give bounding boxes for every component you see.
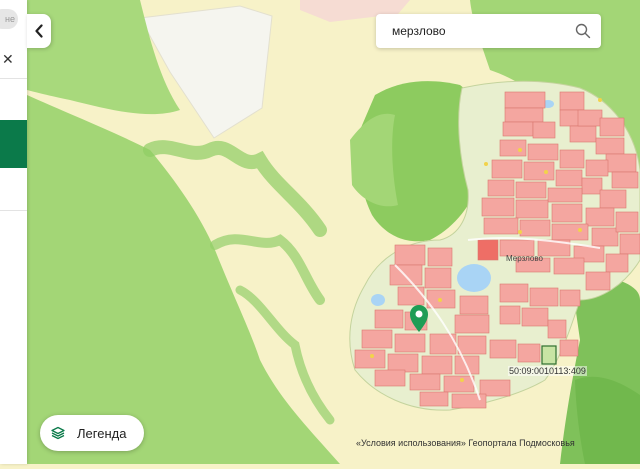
chevron-left-icon xyxy=(35,24,43,38)
attribution-link[interactable]: «Условия использования» Геопортала Подмо… xyxy=(356,438,575,448)
legend-label: Легенда xyxy=(77,425,127,441)
sidebar-divider xyxy=(0,78,27,79)
search-input[interactable] xyxy=(386,14,578,48)
sidebar-panel: не ✕ xyxy=(0,0,27,464)
legend-button[interactable]: Легенда xyxy=(40,415,144,451)
map-layer xyxy=(27,0,640,464)
layers-icon xyxy=(51,426,65,440)
selected-parcel xyxy=(541,345,557,365)
pond xyxy=(371,294,385,306)
close-icon[interactable]: ✕ xyxy=(2,51,14,67)
search-box xyxy=(376,14,601,48)
map-canvas[interactable]: Мерзлово 50:09:0010113:409 xyxy=(27,0,640,464)
cadastral-label: 50:09:0010113:409 xyxy=(508,366,587,376)
pond xyxy=(457,264,491,292)
search-icon[interactable] xyxy=(575,23,591,39)
sidebar-toggle[interactable]: не xyxy=(0,9,18,29)
sidebar-active-item[interactable] xyxy=(0,120,27,168)
collapse-sidebar-button[interactable] xyxy=(27,14,51,48)
village-label: Мерзлово xyxy=(506,254,543,263)
sidebar-divider xyxy=(0,210,27,211)
